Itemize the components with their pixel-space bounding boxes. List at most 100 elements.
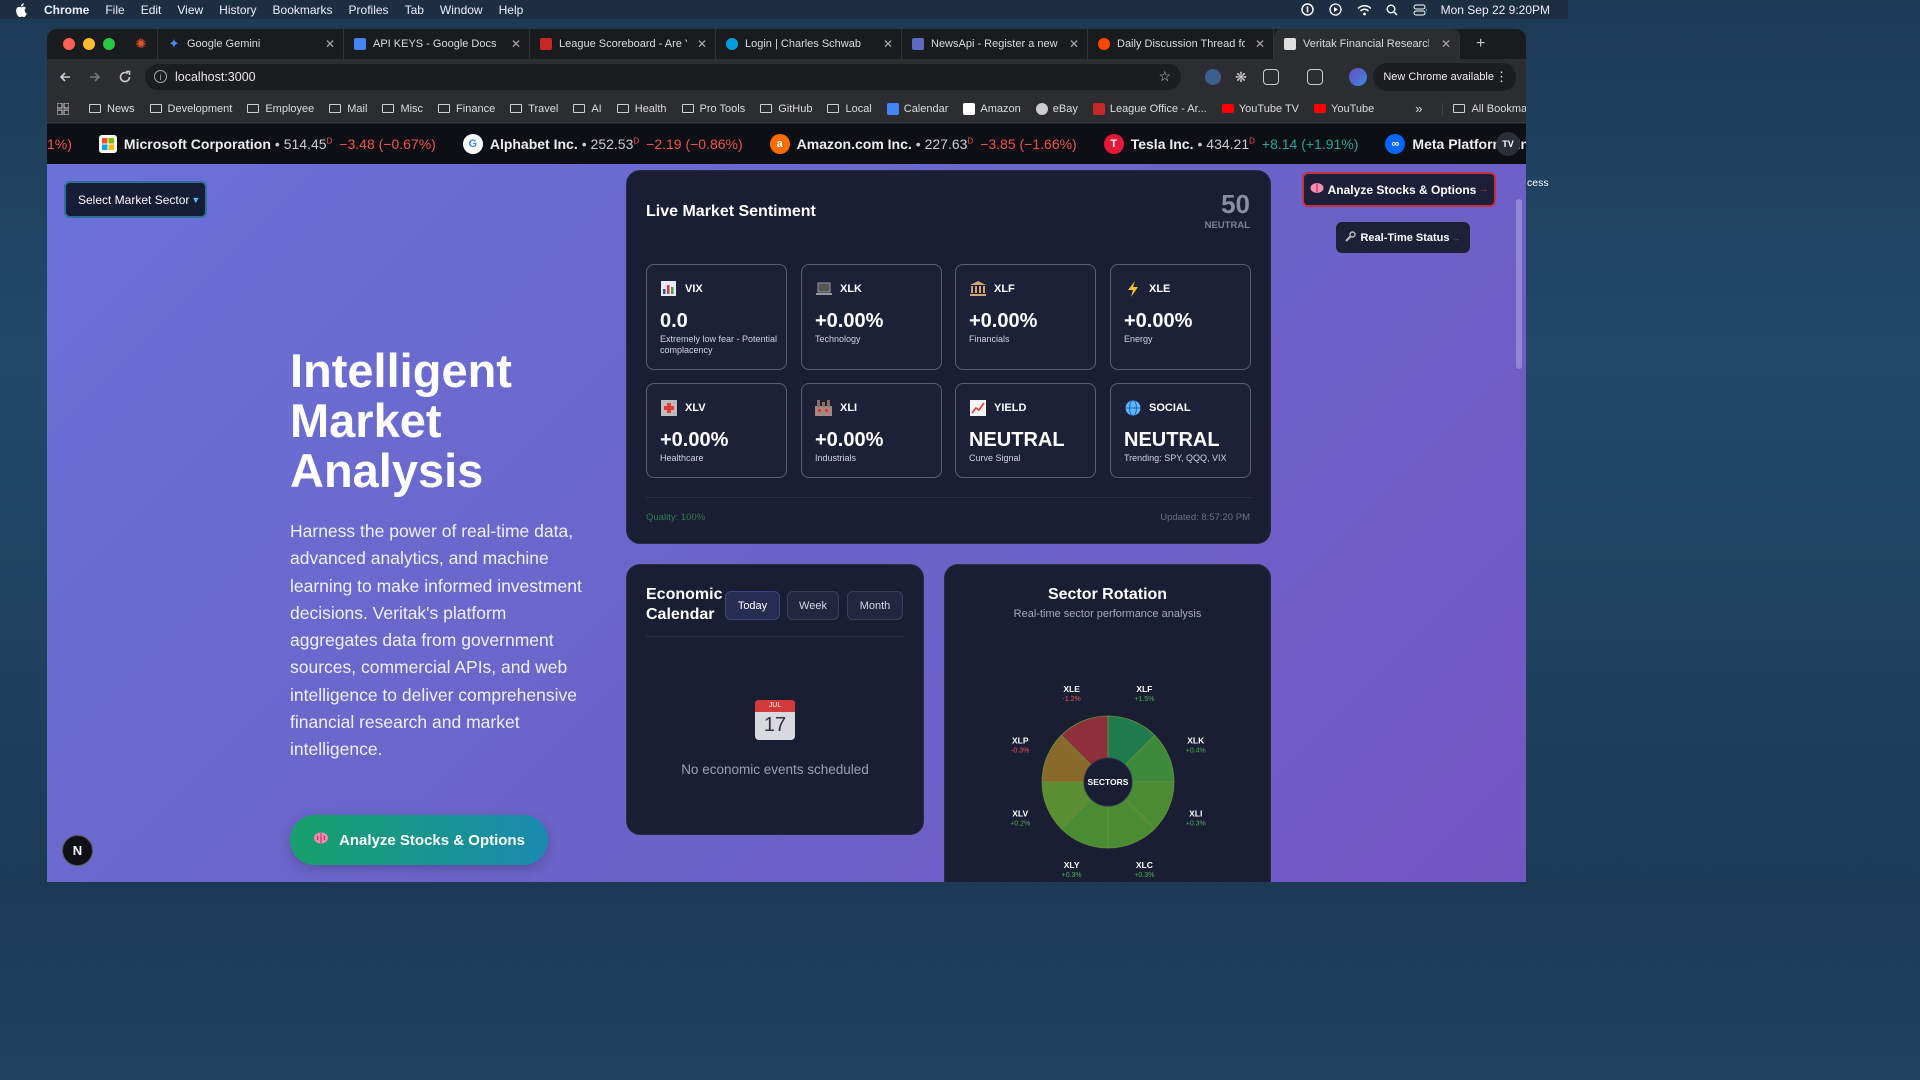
tab-charles-schwab[interactable]: Login | Charles Schwab ✕ [716,29,902,59]
bookmark-health[interactable]: Health [616,103,667,115]
tab-today[interactable]: Today [725,591,780,620]
spotlight-search-icon[interactable] [1385,3,1399,17]
bookmark-ebay[interactable]: eBay [1035,102,1078,115]
forward-arrow-icon[interactable] [87,69,103,85]
bookmark-finance[interactable]: Finance [438,103,495,115]
bookmark-ai[interactable]: AI [573,103,602,115]
scrollbar[interactable] [1516,199,1522,369]
bookmark-pro-tools[interactable]: Pro Tools [681,103,745,115]
menu-tab[interactable]: Tab [405,3,424,17]
close-tab-icon[interactable]: ✕ [325,37,335,51]
menu-bookmarks[interactable]: Bookmarks [273,3,333,17]
ticker-item-tsla[interactable]: T Tesla Inc. • 434.21D +8.14 (+1.91%) [1103,134,1358,154]
menu-view[interactable]: View [177,3,203,17]
bookmark-news[interactable]: News [89,103,135,115]
bookmark-amazon[interactable]: Amazon [963,102,1021,115]
bookmark-youtube-tv[interactable]: YouTube TV [1221,103,1299,115]
bookmark-league-office[interactable]: League Office - Ar... [1092,102,1207,115]
close-tab-icon[interactable]: ✕ [1441,37,1451,51]
sentiment-tile-xlf[interactable]: XLF +0.00% Financials [955,264,1096,370]
new-chrome-available-button[interactable]: New Chrome available ⋮ [1373,63,1516,91]
apps-grid-icon[interactable] [57,102,69,115]
extension-shield-icon[interactable] [1205,69,1221,85]
tab-google-gemini[interactable]: ✦ Google Gemini ✕ [158,29,344,59]
bookmark-calendar[interactable]: Calendar [886,102,948,115]
back-arrow-icon[interactable] [57,69,73,85]
bookmark-local[interactable]: Local [827,103,872,115]
market-sector-select[interactable]: Select Market Sector ▼ [64,181,207,218]
bookmark-youtube[interactable]: YouTube [1314,103,1374,115]
sentiment-tile-xle[interactable]: XLE +0.00% Energy [1110,264,1251,370]
tile-value: +0.00% [815,429,884,451]
menu-window[interactable]: Window [440,3,483,17]
new-tab-icon[interactable]: + [1476,35,1485,53]
kebab-menu-icon[interactable]: ⋮ [1495,69,1508,85]
close-tab-icon[interactable]: ✕ [1255,37,1265,51]
menu-app-name[interactable]: Chrome [44,3,89,17]
tab-week[interactable]: Week [787,591,839,620]
minimize-window-button[interactable] [83,38,95,50]
bookmark-star-icon[interactable]: ☆ [1158,68,1171,85]
sentiment-tile-vix[interactable]: VIX 0.0 Extremely low fear - Potential c… [646,264,787,370]
play-icon[interactable] [1329,3,1343,17]
sentiment-tile-xlv[interactable]: XLV +0.00% Healthcare [646,383,787,478]
menu-help[interactable]: Help [499,3,524,17]
close-tab-icon[interactable]: ✕ [1069,37,1079,51]
tradingview-icon[interactable]: TV [1496,132,1520,156]
analyze-stocks-top-button[interactable]: Analyze Stocks & Options → [1302,172,1496,207]
ticker-item-msft[interactable]: Microsoft Corporation • 514.45D −3.48 (−… [98,135,436,153]
sentiment-tile-xlk[interactable]: XLK +0.00% Technology [801,264,942,370]
menu-history[interactable]: History [219,3,256,17]
tab-month[interactable]: Month [847,591,903,620]
sentiment-tile-yield[interactable]: YIELD NEUTRAL Curve Signal [955,383,1096,478]
tab-league-scoreboard[interactable]: League Scoreboard - Are Yo ✕ [530,29,716,59]
ticker-change: −2.19 (−0.86%) [646,136,743,152]
tab-pinned[interactable]: ✺ [125,29,158,59]
clock[interactable]: Mon Sep 22 9:20PM [1441,3,1550,17]
reload-icon[interactable] [117,69,133,85]
onepassword-icon[interactable] [1301,3,1315,17]
ticker-price: • 434.21D [1197,136,1255,152]
menu-profiles[interactable]: Profiles [349,3,389,17]
bookmark-github[interactable]: GitHub [760,103,812,115]
tab-reddit-discussion[interactable]: Daily Discussion Thread for ✕ [1088,29,1274,59]
close-tab-icon[interactable]: ✕ [697,37,707,51]
close-tab-icon[interactable]: ✕ [511,37,521,51]
tab-api-keys[interactable]: API KEYS - Google Docs ✕ [344,29,530,59]
tile-name: XLF [994,283,1015,295]
sentiment-tile-social[interactable]: SOCIAL NEUTRAL Trending: SPY, QQQ, VIX [1110,383,1251,478]
bookmark-mail[interactable]: Mail [329,103,367,115]
sentiment-tile-xli[interactable]: XLI +0.00% Industrials [801,383,942,478]
profile-avatar[interactable] [1349,68,1367,86]
menu-edit[interactable]: Edit [141,3,162,17]
folder-icon [329,104,342,113]
analyze-stocks-button[interactable]: Analyze Stocks & Options [290,815,548,865]
tab-newsapi[interactable]: NewsApi - Register a new a ✕ [902,29,1088,59]
bookmark-travel[interactable]: Travel [510,103,558,115]
all-bookmarks[interactable]: All Bookmarks [1442,102,1526,115]
realtime-status-button[interactable]: Real-Time Status → [1336,222,1470,253]
ticker-item-amzn[interactable]: a Amazon.com Inc. • 227.63D −3.85 (−1.66… [769,134,1077,154]
tab-title: Google Gemini [187,38,261,50]
address-bar[interactable]: i localhost:3000 ☆ [145,64,1181,90]
bookmark-label: Employee [265,102,315,115]
ticker-item-googl[interactable]: G Alphabet Inc. • 252.53D −2.19 (−0.86%) [462,134,743,154]
bookmark-misc[interactable]: Misc [382,103,423,115]
toolbar: i localhost:3000 ☆ ❋ New Chrome availabl… [47,59,1526,95]
extensions-puzzle-icon[interactable] [1263,69,1279,85]
close-window-button[interactable] [63,38,75,50]
tab-search-icon[interactable] [1307,69,1323,85]
extension-gear-icon[interactable]: ❋ [1233,69,1249,85]
nextjs-dev-button[interactable]: N [62,835,93,866]
maximize-window-button[interactable] [103,38,115,50]
tab-veritak[interactable]: Veritak Financial Research I ✕ [1274,29,1460,59]
apple-icon[interactable] [14,2,28,17]
bookmark-development[interactable]: Development [149,103,232,115]
close-tab-icon[interactable]: ✕ [883,37,893,51]
control-center-icon[interactable] [1413,3,1427,17]
bookmark-employee[interactable]: Employee [247,103,314,115]
wifi-icon[interactable] [1357,3,1371,17]
more-bookmarks-chevron-icon[interactable]: » [1415,101,1422,116]
site-info-icon[interactable]: i [154,70,167,83]
menu-file[interactable]: File [105,3,124,17]
